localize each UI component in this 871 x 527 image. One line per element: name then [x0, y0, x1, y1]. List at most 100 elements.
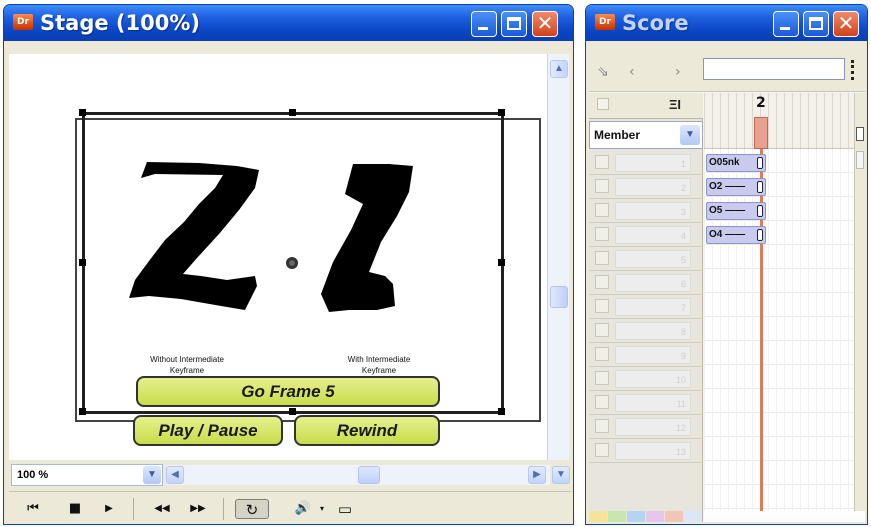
sprite-color-swatch[interactable]: [627, 511, 645, 522]
channel-visibility-icon[interactable]: [595, 251, 609, 265]
volume-icon[interactable]: 🔊: [291, 499, 315, 519]
channel-row[interactable]: 6: [589, 271, 703, 295]
stage-canvas[interactable]: Without Intermediate Keyframe With Inter…: [9, 54, 547, 460]
channel-visibility-icon[interactable]: [595, 395, 609, 409]
hide-channels-icon[interactable]: ΞI: [669, 97, 681, 112]
play-pause-button[interactable]: Play / Pause: [133, 415, 283, 446]
play-icon[interactable]: ▶: [99, 499, 119, 519]
score-zoom-menu-icon[interactable]: [856, 127, 864, 141]
stage-horizontal-scrollbar[interactable]: ◀ ▶: [166, 465, 550, 485]
shape-label-without: Without Intermediate Keyframe: [127, 354, 247, 376]
score-scroll-thumb[interactable]: [856, 151, 864, 169]
sprite-color-swatch[interactable]: [665, 511, 683, 522]
volume-dropdown-icon[interactable]: ▾: [317, 499, 327, 519]
channel-row[interactable]: 11: [589, 391, 703, 415]
close-icon: ✕: [837, 11, 855, 35]
score-toolbar: ⇘ ‹ ›: [589, 54, 865, 92]
channel-visibility-icon[interactable]: [595, 203, 609, 217]
go-frame-5-button[interactable]: Go Frame 5: [136, 376, 440, 407]
horizontal-scroll-thumb[interactable]: [358, 466, 380, 484]
member-display-select[interactable]: Member ▼: [589, 121, 703, 149]
scroll-up-button[interactable]: ▲: [550, 60, 568, 78]
chevron-down-icon[interactable]: ▼: [143, 466, 161, 484]
chevron-down-icon[interactable]: ▼: [680, 125, 700, 145]
rewind-to-start-icon[interactable]: ⏮: [23, 499, 43, 519]
channel-visibility-icon[interactable]: [595, 347, 609, 361]
sprite-label: O5 ——: [709, 205, 746, 216]
channel-visibility-icon[interactable]: [595, 275, 609, 289]
score-titlebar[interactable]: Dr Score ✕: [586, 5, 867, 41]
frame-ruler[interactable]: 2: [704, 93, 854, 149]
sprite-end-marker[interactable]: [757, 157, 763, 169]
stage-titlebar[interactable]: Dr Stage (100%) ✕: [4, 5, 573, 41]
close-icon: ✕: [536, 11, 554, 35]
channel-row[interactable]: 12: [589, 415, 703, 439]
sprite-span[interactable]: O2 ——: [706, 178, 766, 196]
current-frame-number: 2: [756, 95, 766, 111]
jump-to-playhead-icon[interactable]: ⇘: [597, 64, 609, 80]
shape-label-with-line1: With Intermediate: [347, 355, 411, 364]
channel-visibility-icon[interactable]: [595, 419, 609, 433]
close-button[interactable]: ✕: [532, 11, 558, 37]
sprite-color-swatch[interactable]: [646, 511, 664, 522]
channel-visibility-icon[interactable]: [595, 179, 609, 193]
previous-marker-icon[interactable]: ‹: [629, 64, 635, 80]
channel-visibility-icon[interactable]: [595, 443, 609, 457]
channel-column: ΞI Member ▼ 1 2 3 4 5 6 7 8 9 10 11 12 13: [589, 93, 703, 522]
channel-visibility-icon[interactable]: [595, 227, 609, 241]
marker-name-field[interactable]: [703, 58, 845, 80]
minimize-icon: [780, 27, 790, 30]
channel-visibility-icon[interactable]: [595, 155, 609, 169]
minimize-button[interactable]: [773, 11, 799, 37]
playhead-handle[interactable]: [754, 117, 768, 149]
channel-row[interactable]: 1: [589, 151, 703, 175]
toolbar-grip[interactable]: [851, 60, 855, 80]
channel-header: ΞI: [589, 93, 703, 119]
sprite-color-swatch[interactable]: [608, 511, 626, 522]
channel-row[interactable]: 5: [589, 247, 703, 271]
channel-visibility-icon[interactable]: [595, 299, 609, 313]
vertical-scroll-thumb[interactable]: [550, 286, 568, 308]
step-forward-icon[interactable]: ▶▶: [185, 499, 211, 519]
sprite-color-swatch[interactable]: [684, 511, 702, 522]
channel-row[interactable]: 10: [589, 367, 703, 391]
zoom-select[interactable]: 100 % ▼: [11, 464, 163, 486]
loop-playback-icon[interactable]: ↻: [235, 499, 269, 519]
stop-icon[interactable]: ■: [65, 499, 85, 519]
channel-row[interactable]: 3: [589, 199, 703, 223]
maximize-button[interactable]: [803, 11, 829, 37]
director-app-icon: Dr: [13, 14, 33, 30]
sprite-color-swatch[interactable]: [589, 511, 607, 522]
channel-row[interactable]: 7: [589, 295, 703, 319]
stage-vertical-scrollbar[interactable]: ▲: [547, 54, 569, 460]
channel-row[interactable]: 4: [589, 223, 703, 247]
sprite-span[interactable]: O05nk: [706, 154, 766, 172]
sprite-end-marker[interactable]: [757, 181, 763, 193]
minimize-button[interactable]: [471, 11, 497, 37]
next-marker-icon[interactable]: ›: [675, 64, 681, 80]
close-button[interactable]: ✕: [833, 11, 859, 37]
channel-row[interactable]: 2: [589, 175, 703, 199]
maximize-button[interactable]: [501, 11, 527, 37]
selected-frames-only-icon[interactable]: ▭: [331, 499, 359, 519]
scroll-right-button[interactable]: ▶: [528, 466, 546, 484]
scroll-down-button[interactable]: ▼: [552, 466, 570, 484]
sprite-end-marker[interactable]: [757, 229, 763, 241]
channel-number: 10: [615, 370, 691, 388]
sprite-span[interactable]: O5 ——: [706, 202, 766, 220]
channel-number: 9: [615, 346, 691, 364]
sprite-end-marker[interactable]: [757, 205, 763, 217]
channel-row[interactable]: 8: [589, 319, 703, 343]
rewind-button[interactable]: Rewind: [294, 415, 440, 446]
sprite-span[interactable]: O4 ——: [706, 226, 766, 244]
channel-row[interactable]: 13: [589, 439, 703, 463]
scroll-left-button[interactable]: ◀: [166, 466, 184, 484]
channel-visibility-icon[interactable]: [595, 323, 609, 337]
channel-visibility-icon[interactable]: [595, 371, 609, 385]
channel-toggle-icon[interactable]: [597, 98, 609, 110]
divider: [133, 498, 134, 520]
score-grid[interactable]: 2 O05nk O2 —— O5 —— O4 ——: [704, 93, 865, 522]
score-vertical-scrollbar[interactable]: [854, 93, 865, 511]
step-backward-icon[interactable]: ◀◀: [149, 499, 175, 519]
channel-row[interactable]: 9: [589, 343, 703, 367]
